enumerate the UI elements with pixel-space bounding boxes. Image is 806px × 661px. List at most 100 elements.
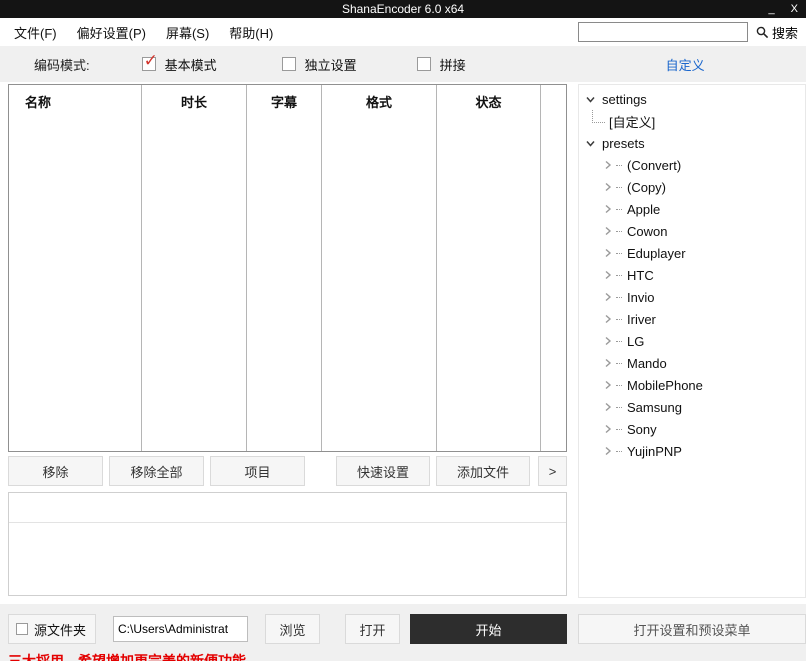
- tree-item-custom[interactable]: [自定义]: [579, 110, 805, 132]
- menu-help[interactable]: 帮助(H): [219, 20, 283, 45]
- table-column-duration: 时长: [142, 85, 247, 451]
- browse-button[interactable]: 浏览: [265, 614, 320, 644]
- tree-item-yujinpnp[interactable]: YujinPNP: [579, 440, 805, 462]
- chevron-right-icon[interactable]: [603, 358, 613, 368]
- column-header-subtitle[interactable]: 字幕: [271, 95, 297, 110]
- chevron-right-icon[interactable]: [603, 336, 613, 346]
- chevron-right-icon[interactable]: [603, 182, 613, 192]
- chevron-right-icon[interactable]: [603, 446, 613, 456]
- tree-connector-dash: [616, 385, 622, 386]
- chevron-right-icon[interactable]: [603, 292, 613, 302]
- chevron-right-icon[interactable]: [603, 160, 613, 170]
- remove-all-button[interactable]: 移除全部: [109, 456, 204, 486]
- column-header-duration[interactable]: 时长: [181, 95, 207, 110]
- column-header-status[interactable]: 状态: [475, 95, 501, 110]
- tree-item-label: HTC: [627, 268, 654, 283]
- column-header-name[interactable]: 名称: [25, 95, 51, 110]
- independent-settings-option[interactable]: 独立设置: [282, 55, 357, 74]
- footer-notice[interactable]: 三大採用，希望增加更完美的新便功能: [8, 651, 806, 661]
- tree-item-lg[interactable]: LG: [579, 330, 805, 352]
- tree-connector-dash: [616, 297, 622, 298]
- more-button[interactable]: >: [538, 456, 567, 486]
- independent-settings-label: 独立设置: [305, 55, 357, 74]
- encode-mode-label: 编码模式:: [34, 55, 90, 74]
- remove-button[interactable]: 移除: [8, 456, 103, 486]
- close-button[interactable]: X: [791, 3, 798, 15]
- table-column-format: 格式: [322, 85, 437, 451]
- tree-item-mando[interactable]: Mando: [579, 352, 805, 374]
- file-list[interactable]: 名称 时长 字幕 格式 状态: [8, 84, 567, 452]
- add-files-button[interactable]: 添加文件: [436, 456, 530, 486]
- tree-connector-dash: [616, 209, 622, 210]
- tree-item-settings[interactable]: settings: [579, 88, 805, 110]
- chevron-down-icon[interactable]: [585, 138, 596, 149]
- chevron-right-icon[interactable]: [603, 380, 613, 390]
- chevron-down-icon[interactable]: [585, 94, 596, 105]
- source-folder-checkbox[interactable]: [16, 623, 28, 635]
- concat-option[interactable]: 拼接: [417, 55, 466, 74]
- tree-item-convert[interactable]: (Convert): [579, 154, 805, 176]
- tree-item-label: settings: [602, 92, 647, 107]
- independent-settings-checkbox[interactable]: [282, 57, 296, 71]
- tree-connector-dash: [616, 253, 622, 254]
- open-button[interactable]: 打开: [345, 614, 400, 644]
- tree-item-label: Samsung: [627, 400, 682, 415]
- project-button[interactable]: 项目: [210, 456, 305, 486]
- tree-item-label: Apple: [627, 202, 660, 217]
- tree-item-label: (Copy): [627, 180, 666, 195]
- basic-mode-option[interactable]: 基本模式: [142, 55, 217, 74]
- search-button[interactable]: 搜索: [756, 23, 798, 42]
- tree-item-cowon[interactable]: Cowon: [579, 220, 805, 242]
- menu-file[interactable]: 文件(F): [8, 20, 67, 45]
- search-button-label: 搜索: [772, 23, 798, 42]
- chevron-right-icon[interactable]: [603, 402, 613, 412]
- column-header-format[interactable]: 格式: [366, 95, 392, 110]
- concat-label: 拼接: [440, 55, 466, 74]
- tree-item-label: Eduplayer: [627, 246, 686, 261]
- menu-preferences[interactable]: 偏好设置(P): [67, 20, 156, 45]
- source-folder-label: 源文件夹: [34, 620, 86, 639]
- basic-mode-label: 基本模式: [165, 55, 217, 74]
- tree-item-samsung[interactable]: Samsung: [579, 396, 805, 418]
- tree-connector-dash: [616, 429, 622, 430]
- chevron-right-icon[interactable]: [603, 424, 613, 434]
- chevron-right-icon[interactable]: [603, 204, 613, 214]
- tree-item-label: Invio: [627, 290, 654, 305]
- tree-item-label: YujinPNP: [627, 444, 682, 459]
- log-panel: [8, 492, 567, 596]
- log-panel-row: [9, 493, 566, 523]
- chevron-right-icon[interactable]: [603, 314, 613, 324]
- tree-item-label: Cowon: [627, 224, 667, 239]
- preset-tree-panel[interactable]: settings [自定义] presets (Convert) (Copy): [578, 84, 806, 598]
- search-input[interactable]: [578, 22, 748, 42]
- chevron-right-icon[interactable]: [603, 226, 613, 236]
- tree-item-apple[interactable]: Apple: [579, 198, 805, 220]
- tree-item-invio[interactable]: Invio: [579, 286, 805, 308]
- custom-link[interactable]: 自定义: [666, 55, 705, 74]
- tree-connector-dash: [616, 187, 622, 188]
- tree-connector-dash: [616, 341, 622, 342]
- tree-item-presets[interactable]: presets: [579, 132, 805, 154]
- quick-settings-button[interactable]: 快速设置: [336, 456, 430, 486]
- title-bar: ShanaEncoder 6.0 x64 _ X: [0, 0, 806, 18]
- start-button[interactable]: 开始: [410, 614, 567, 644]
- chevron-right-icon[interactable]: [603, 270, 613, 280]
- tree-item-sony[interactable]: Sony: [579, 418, 805, 440]
- tree-item-label: Iriver: [627, 312, 656, 327]
- settings-preset-menu-button[interactable]: 打开设置和预设菜单: [578, 614, 806, 644]
- tree-item-htc[interactable]: HTC: [579, 264, 805, 286]
- tree-item-iriver[interactable]: Iriver: [579, 308, 805, 330]
- menu-screen[interactable]: 屏幕(S): [156, 20, 219, 45]
- basic-mode-checkbox[interactable]: [142, 57, 156, 71]
- concat-checkbox[interactable]: [417, 57, 431, 71]
- window-title: ShanaEncoder 6.0 x64: [0, 2, 806, 16]
- table-column-subtitle: 字幕: [247, 85, 322, 451]
- tree-item-copy[interactable]: (Copy): [579, 176, 805, 198]
- chevron-right-icon[interactable]: [603, 248, 613, 258]
- output-path-input[interactable]: [113, 616, 248, 642]
- menu-bar: 文件(F) 偏好设置(P) 屏幕(S) 帮助(H) 搜索: [0, 18, 806, 46]
- tree-item-eduplayer[interactable]: Eduplayer: [579, 242, 805, 264]
- minimize-button[interactable]: _: [769, 3, 775, 15]
- tree-item-mobilephone[interactable]: MobilePhone: [579, 374, 805, 396]
- source-folder-option[interactable]: 源文件夹: [8, 614, 96, 644]
